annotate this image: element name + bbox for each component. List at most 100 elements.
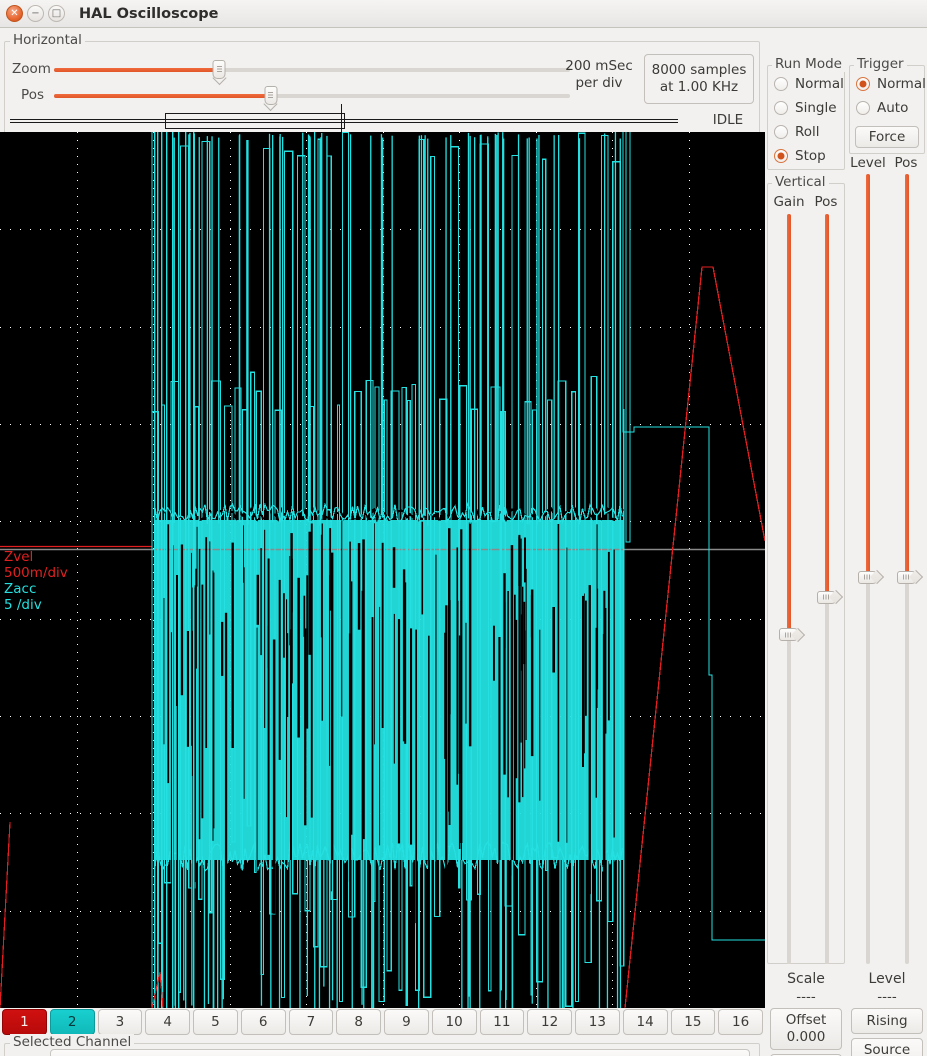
run-mode-option-label: Roll <box>795 124 820 140</box>
channel-button-15[interactable]: 15 <box>670 1009 716 1035</box>
trigger-option-label: Normal <box>877 76 926 92</box>
channel-button-9[interactable]: 9 <box>384 1009 429 1035</box>
horizontal-overview-scroll[interactable] <box>10 104 678 134</box>
vertical-offset-button[interactable]: Offset 0.000 <box>770 1008 842 1050</box>
run-mode-option-stop[interactable]: Stop <box>767 144 845 168</box>
time-per-div-unit: per div <box>575 75 623 91</box>
trigger-pos-handle[interactable] <box>897 570 917 584</box>
trigger-level-slider[interactable] <box>857 174 879 964</box>
channel-button-10[interactable]: 10 <box>431 1009 477 1035</box>
channel-button-7[interactable]: 7 <box>288 1009 334 1035</box>
channel-button-12[interactable]: 12 <box>527 1009 572 1035</box>
scope-display[interactable]: Zvel 500m/div Zacc 5 /div <box>0 132 765 1008</box>
radio-icon[interactable] <box>774 125 788 139</box>
trigger-group: Trigger Normal Auto Force <box>849 56 926 154</box>
trigger-option-label: Auto <box>877 100 909 116</box>
vertical-scale-title: Scale <box>787 971 825 987</box>
channel-button-3[interactable]: 3 <box>97 1009 143 1035</box>
run-mode-options: Normal Single Roll Stop <box>767 72 845 168</box>
vertical-legend: Vertical <box>772 174 829 190</box>
horizontal-panel: Horizontal Zoom Pos 200 mSec per div 800… <box>4 32 760 134</box>
radio-icon[interactable] <box>774 101 788 115</box>
vertical-gain-label: Gain <box>773 194 805 210</box>
run-mode-option-single[interactable]: Single <box>767 96 845 120</box>
vertical-pos-label: Pos <box>814 194 838 210</box>
window-title: HAL Oscilloscope <box>79 5 219 22</box>
vertical-offset-label: Offset <box>785 1012 827 1028</box>
time-per-div: 200 mSec per div <box>562 58 636 92</box>
sample-count-label: 8000 samples <box>651 62 747 78</box>
radio-icon[interactable] <box>774 149 788 163</box>
trigger-option-auto[interactable]: Auto <box>849 96 925 120</box>
trigger-level-value: ---- <box>877 989 897 1005</box>
zoom-slider-fill <box>54 68 220 72</box>
trigger-pos-fill <box>905 174 909 577</box>
channel-button-bar: 1 2 3 4 5 6 7 8 9 10 11 12 13 14 15 16 <box>0 1008 765 1036</box>
selected-channel-legend: Selected Channel <box>10 1034 135 1050</box>
trigger-level-fill <box>866 174 870 577</box>
channel-button-13[interactable]: 13 <box>575 1009 620 1035</box>
vertical-offset-value: 0.000 <box>786 1029 826 1045</box>
hpos-slider-fill <box>54 94 271 98</box>
vertical-gain-slider[interactable] <box>778 214 800 964</box>
trigger-level-label: Level <box>850 155 886 171</box>
trigger-options: Normal Auto <box>849 72 926 120</box>
hpos-slider[interactable] <box>54 85 570 105</box>
run-mode-option-roll[interactable]: Roll <box>767 120 845 144</box>
channel-button-16[interactable]: 16 <box>718 1009 763 1035</box>
radio-icon[interactable] <box>774 77 788 91</box>
scope-canvas <box>0 132 765 1008</box>
trigger-level-handle[interactable] <box>858 570 878 584</box>
run-mode-legend: Run Mode <box>772 56 845 72</box>
trigger-pos-slider[interactable] <box>896 174 918 964</box>
channel-button-14[interactable]: 14 <box>622 1009 668 1035</box>
window-titlebar: ✕ − □ HAL Oscilloscope <box>0 0 927 28</box>
close-icon[interactable]: ✕ <box>6 5 23 22</box>
vertical-pos-handle[interactable] <box>817 590 837 604</box>
maximize-icon[interactable]: □ <box>48 5 65 22</box>
vertical-pos-slider[interactable] <box>816 214 838 964</box>
time-per-div-value: 200 mSec <box>565 58 633 74</box>
zoom-slider[interactable] <box>54 59 570 79</box>
channel-button-6[interactable]: 6 <box>240 1009 286 1035</box>
vertical-gain-fill <box>787 214 791 634</box>
trigger-legend: Trigger <box>854 56 907 72</box>
run-mode-option-label: Single <box>795 100 837 116</box>
selected-channel-panel: Selected Channel -- ------- <box>4 1034 760 1056</box>
right-control-column: Run Mode Normal Single Roll Stop Trigger No… <box>765 28 927 1056</box>
minimize-icon[interactable]: − <box>27 5 44 22</box>
radio-icon[interactable] <box>856 101 870 115</box>
overview-view-window[interactable] <box>164 113 346 129</box>
channel-button-5[interactable]: 5 <box>193 1009 238 1035</box>
selected-channel-source-button[interactable]: ------- <box>50 1049 750 1056</box>
channel-button-11[interactable]: 11 <box>479 1009 525 1035</box>
app-root: Horizontal Zoom Pos 200 mSec per div 800… <box>0 28 927 1056</box>
horizontal-legend: Horizontal <box>10 32 85 48</box>
run-mode-option-label: Stop <box>795 148 826 164</box>
trigger-level-title: Level <box>868 971 906 987</box>
sample-rate-label: at 1.00 KHz <box>659 79 739 95</box>
trigger-source-label: Source <box>863 1042 911 1056</box>
zoom-label: Zoom <box>12 61 51 77</box>
channel-button-4[interactable]: 4 <box>145 1009 190 1035</box>
vertical-gain-handle[interactable] <box>779 628 799 641</box>
channel-button-1[interactable]: 1 <box>2 1009 47 1035</box>
trigger-option-normal[interactable]: Normal <box>849 72 926 96</box>
hpos-slider-row: Pos <box>8 84 570 106</box>
hpos-label: Pos <box>21 87 44 103</box>
zoom-slider-handle[interactable] <box>212 60 226 79</box>
vertical-scale-value: ---- <box>796 989 816 1005</box>
run-state-label: IDLE <box>712 112 744 128</box>
channel-button-2[interactable]: 2 <box>49 1009 95 1035</box>
trigger-source-button[interactable]: Source None <box>851 1038 923 1056</box>
trigger-rising-button[interactable]: Rising <box>851 1008 923 1034</box>
trigger-force-button[interactable]: Force <box>855 126 919 148</box>
run-mode-option-normal[interactable]: Normal <box>767 72 845 96</box>
run-mode-group: Run Mode Normal Single Roll Stop <box>767 56 845 170</box>
run-mode-option-label: Normal <box>795 76 844 92</box>
channel-button-8[interactable]: 8 <box>336 1009 381 1035</box>
hpos-slider-handle[interactable] <box>264 86 278 105</box>
overview-trigger-marker <box>340 104 343 134</box>
radio-icon[interactable] <box>856 77 870 91</box>
sample-rate-button[interactable]: 8000 samples at 1.00 KHz <box>644 54 754 104</box>
